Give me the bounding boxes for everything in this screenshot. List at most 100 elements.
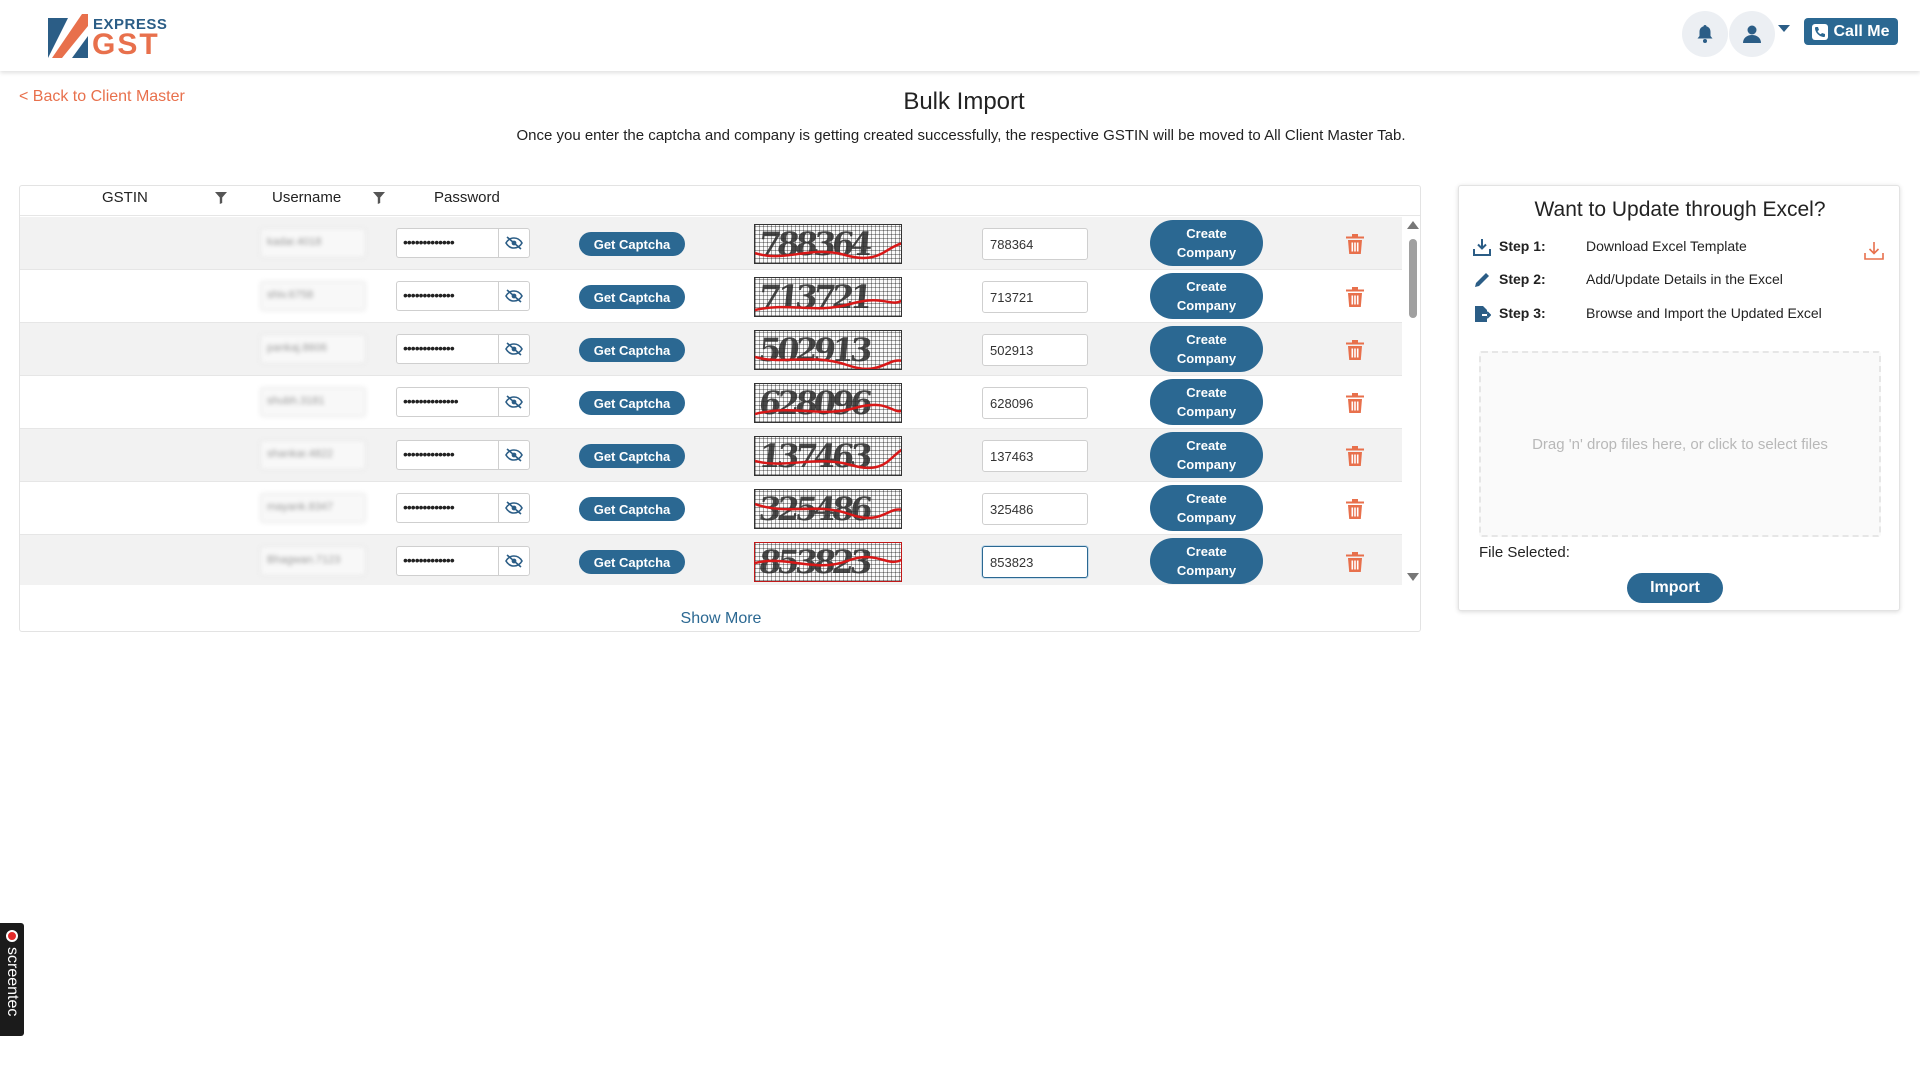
create-company-button[interactable]: Create Company: [1150, 273, 1263, 319]
excel-panel-title: Want to Update through Excel?: [1534, 198, 1826, 221]
get-captcha-button[interactable]: Get Captcha: [579, 232, 685, 256]
toggle-password-visibility-button[interactable]: [498, 440, 530, 470]
call-me-button[interactable]: Call Me: [1804, 18, 1898, 45]
trash-icon[interactable]: [1346, 552, 1364, 572]
scroll-up-arrow-icon[interactable]: [1407, 221, 1419, 229]
password-field[interactable]: •••••••••••••: [396, 440, 498, 470]
user-menu-chevron-down-icon[interactable]: [1778, 25, 1790, 32]
eye-slash-icon: [505, 501, 523, 515]
username-field[interactable]: kadar.4018: [260, 228, 366, 258]
bell-icon: [1697, 25, 1713, 43]
eye-slash-icon: [505, 395, 523, 409]
pencil-icon: [1475, 273, 1489, 287]
table-row: Bhagwan.7123 ••••••••••••• Get Captcha 8…: [20, 535, 1402, 585]
phone-icon: [1812, 23, 1829, 40]
create-company-button[interactable]: Create Company: [1150, 538, 1263, 584]
excel-step-2: Step 2: Add/Update Details in the Excel: [1473, 269, 1893, 291]
create-company-button[interactable]: Create Company: [1150, 326, 1263, 372]
get-captcha-button[interactable]: Get Captcha: [579, 338, 685, 362]
gstin-column-header: GSTIN: [102, 189, 148, 206]
toggle-password-visibility-button[interactable]: [498, 546, 530, 576]
trash-icon[interactable]: [1346, 340, 1364, 360]
password-field[interactable]: •••••••••••••: [396, 228, 498, 258]
trash-icon[interactable]: [1346, 499, 1364, 519]
captcha-input[interactable]: 628096: [982, 387, 1088, 419]
username-field[interactable]: shiv.6758: [260, 281, 366, 311]
download-template-icon[interactable]: [1863, 240, 1885, 262]
password-field[interactable]: •••••••••••••: [396, 334, 498, 364]
username-field[interactable]: mayank.8347: [260, 493, 366, 523]
captcha-image: 853823: [754, 542, 902, 582]
eye-slash-icon: [505, 236, 523, 250]
table-scrollbar[interactable]: [1405, 219, 1420, 585]
page-subtitle: Once you enter the captcha and company i…: [516, 127, 1406, 144]
password-column-header: Password: [434, 189, 500, 206]
create-company-button[interactable]: Create Company: [1150, 220, 1263, 266]
table-header: GSTIN Username Password: [20, 186, 1420, 216]
logo-gst-text: GST: [92, 28, 160, 61]
get-captcha-button[interactable]: Get Captcha: [579, 285, 685, 309]
username-field[interactable]: pankaj.8606: [260, 334, 366, 364]
captcha-image: 502913: [754, 330, 902, 370]
captcha-image: 713721: [754, 277, 902, 317]
captcha-input[interactable]: 713721: [982, 281, 1088, 313]
username-field[interactable]: shubh.3181: [260, 387, 366, 417]
table-row: shiv.6758 ••••••••••••• Get Captcha 7137…: [20, 270, 1402, 323]
password-field[interactable]: •••••••••••••: [396, 546, 498, 576]
import-button[interactable]: Import: [1627, 573, 1723, 603]
trash-icon[interactable]: [1346, 287, 1364, 307]
page-title: Bulk Import: [903, 88, 1025, 115]
record-dot-icon: [6, 930, 18, 942]
username-field[interactable]: Bhagwan.7123: [260, 546, 366, 576]
captcha-input[interactable]: 502913: [982, 334, 1088, 366]
toggle-password-visibility-button[interactable]: [498, 228, 530, 258]
eye-slash-icon: [505, 289, 523, 303]
create-company-button[interactable]: Create Company: [1150, 485, 1263, 531]
captcha-image: 628096: [754, 383, 902, 423]
show-more-link[interactable]: Show More: [20, 610, 1422, 628]
password-field[interactable]: •••••••••••••: [396, 493, 498, 523]
excel-step-1: Step 1: Download Excel Template: [1473, 236, 1893, 258]
screen-recorder-badge[interactable]: screentec: [0, 923, 24, 1036]
scroll-down-arrow-icon[interactable]: [1407, 573, 1419, 581]
create-company-button[interactable]: Create Company: [1150, 432, 1263, 478]
username-filter-icon[interactable]: [373, 192, 385, 204]
password-field[interactable]: ••••••••••••••: [396, 387, 498, 417]
toggle-password-visibility-button[interactable]: [498, 493, 530, 523]
captcha-image: 137463: [754, 436, 902, 476]
toggle-password-visibility-button[interactable]: [498, 281, 530, 311]
trash-icon[interactable]: [1346, 393, 1364, 413]
gstin-filter-icon[interactable]: [215, 192, 227, 204]
toggle-password-visibility-button[interactable]: [498, 387, 530, 417]
toggle-password-visibility-button[interactable]: [498, 334, 530, 364]
trash-icon[interactable]: [1346, 234, 1364, 254]
file-dropzone[interactable]: Drag 'n' drop files here, or click to se…: [1479, 351, 1881, 537]
username-field[interactable]: shankar.4822: [260, 440, 366, 470]
captcha-input[interactable]: 325486: [982, 493, 1088, 525]
get-captcha-button[interactable]: Get Captcha: [579, 444, 685, 468]
table-row: pankaj.8606 ••••••••••••• Get Captcha 50…: [20, 323, 1402, 376]
scrollbar-thumb[interactable]: [1409, 239, 1417, 318]
get-captcha-button[interactable]: Get Captcha: [579, 550, 685, 574]
captcha-input[interactable]: 853823: [982, 546, 1088, 578]
logo-mark-icon: [48, 14, 88, 58]
create-company-button[interactable]: Create Company: [1150, 379, 1263, 425]
table-row: kadar.4018 ••••••••••••• Get Captcha 788…: [20, 217, 1402, 270]
captcha-image: 325486: [754, 489, 902, 529]
express-gst-logo[interactable]: EXPRESS GST: [48, 14, 167, 61]
eye-slash-icon: [505, 554, 523, 568]
password-field[interactable]: •••••••••••••: [396, 281, 498, 311]
captcha-input[interactable]: 788364: [982, 228, 1088, 260]
captcha-input[interactable]: 137463: [982, 440, 1088, 472]
user-menu-button[interactable]: [1729, 11, 1775, 57]
user-icon: [1743, 25, 1761, 43]
excel-step-3: Step 3: Browse and Import the Updated Ex…: [1473, 303, 1893, 325]
get-captcha-button[interactable]: Get Captcha: [579, 497, 685, 521]
get-captcha-button[interactable]: Get Captcha: [579, 391, 685, 415]
username-column-header: Username: [272, 189, 342, 206]
file-selected-label: File Selected:: [1479, 544, 1570, 561]
notifications-button[interactable]: [1682, 11, 1728, 57]
table-body: kadar.4018 ••••••••••••• Get Captcha 788…: [20, 217, 1402, 585]
eye-slash-icon: [505, 448, 523, 462]
trash-icon[interactable]: [1346, 446, 1364, 466]
